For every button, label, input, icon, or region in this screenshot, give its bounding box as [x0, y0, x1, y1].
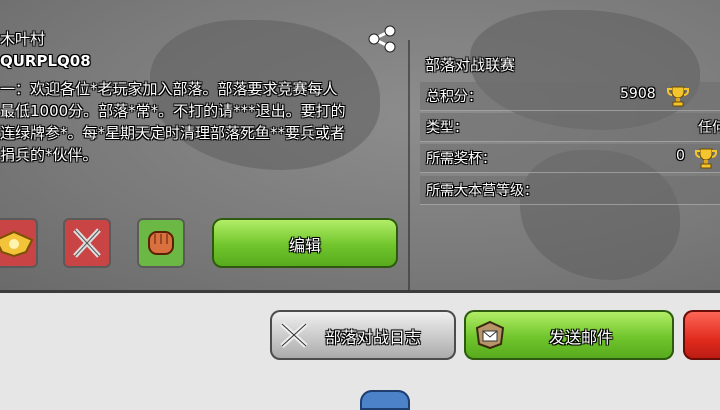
share-icon[interactable] [366, 24, 398, 54]
row-label: 总积分： [426, 89, 482, 105]
war-league-title: 部落对战联赛 [425, 56, 516, 74]
winged-badge-icon[interactable] [0, 218, 38, 268]
crossed-swords-icon [280, 322, 308, 348]
mail-icon [475, 320, 505, 350]
war-row-points: 总积分： 5908 [420, 82, 720, 111]
war-log-label: 部落对战日志 [325, 328, 422, 347]
row-label: 类型： [426, 120, 468, 136]
row-label: 所需大本营等级： [426, 183, 538, 199]
edit-button-label: 编辑 [288, 236, 321, 255]
clan-info-panel: 木叶村 QURPLQ08 一：欢迎各位*老玩家加入部落。部落要求竞赛每人 最低1… [0, 0, 720, 293]
leave-button[interactable] [683, 310, 720, 360]
row-value: 0 [676, 148, 685, 164]
crossed-swords-icon[interactable] [63, 218, 111, 268]
row-value: 5908 [620, 86, 656, 102]
war-row-trophies: 所需奖杯： 0 [420, 144, 720, 173]
send-mail-button[interactable]: 发送邮件 [464, 310, 674, 360]
clan-tag: QURPLQ08 [0, 52, 91, 70]
panel-divider [408, 40, 410, 290]
row-label: 所需奖杯： [426, 151, 496, 167]
row-value: 任何 [698, 120, 720, 136]
send-mail-label: 发送邮件 [549, 328, 614, 347]
clan-name: 木叶村 [0, 30, 46, 48]
home-icon[interactable] [360, 390, 410, 410]
war-row-type: 类型： 任何 [420, 113, 720, 142]
edit-button[interactable]: 编辑 [212, 218, 398, 268]
clan-description: 一：欢迎各位*老玩家加入部落。部落要求竞赛每人 最低1000分。部落*常*。不打… [0, 80, 346, 164]
fist-icon[interactable] [137, 218, 185, 268]
trophy-icon [695, 148, 717, 169]
war-row-townhall: 所需大本营等级： [420, 176, 720, 205]
trophy-icon [667, 86, 689, 107]
war-log-button[interactable]: 部落对战日志 [270, 310, 456, 360]
